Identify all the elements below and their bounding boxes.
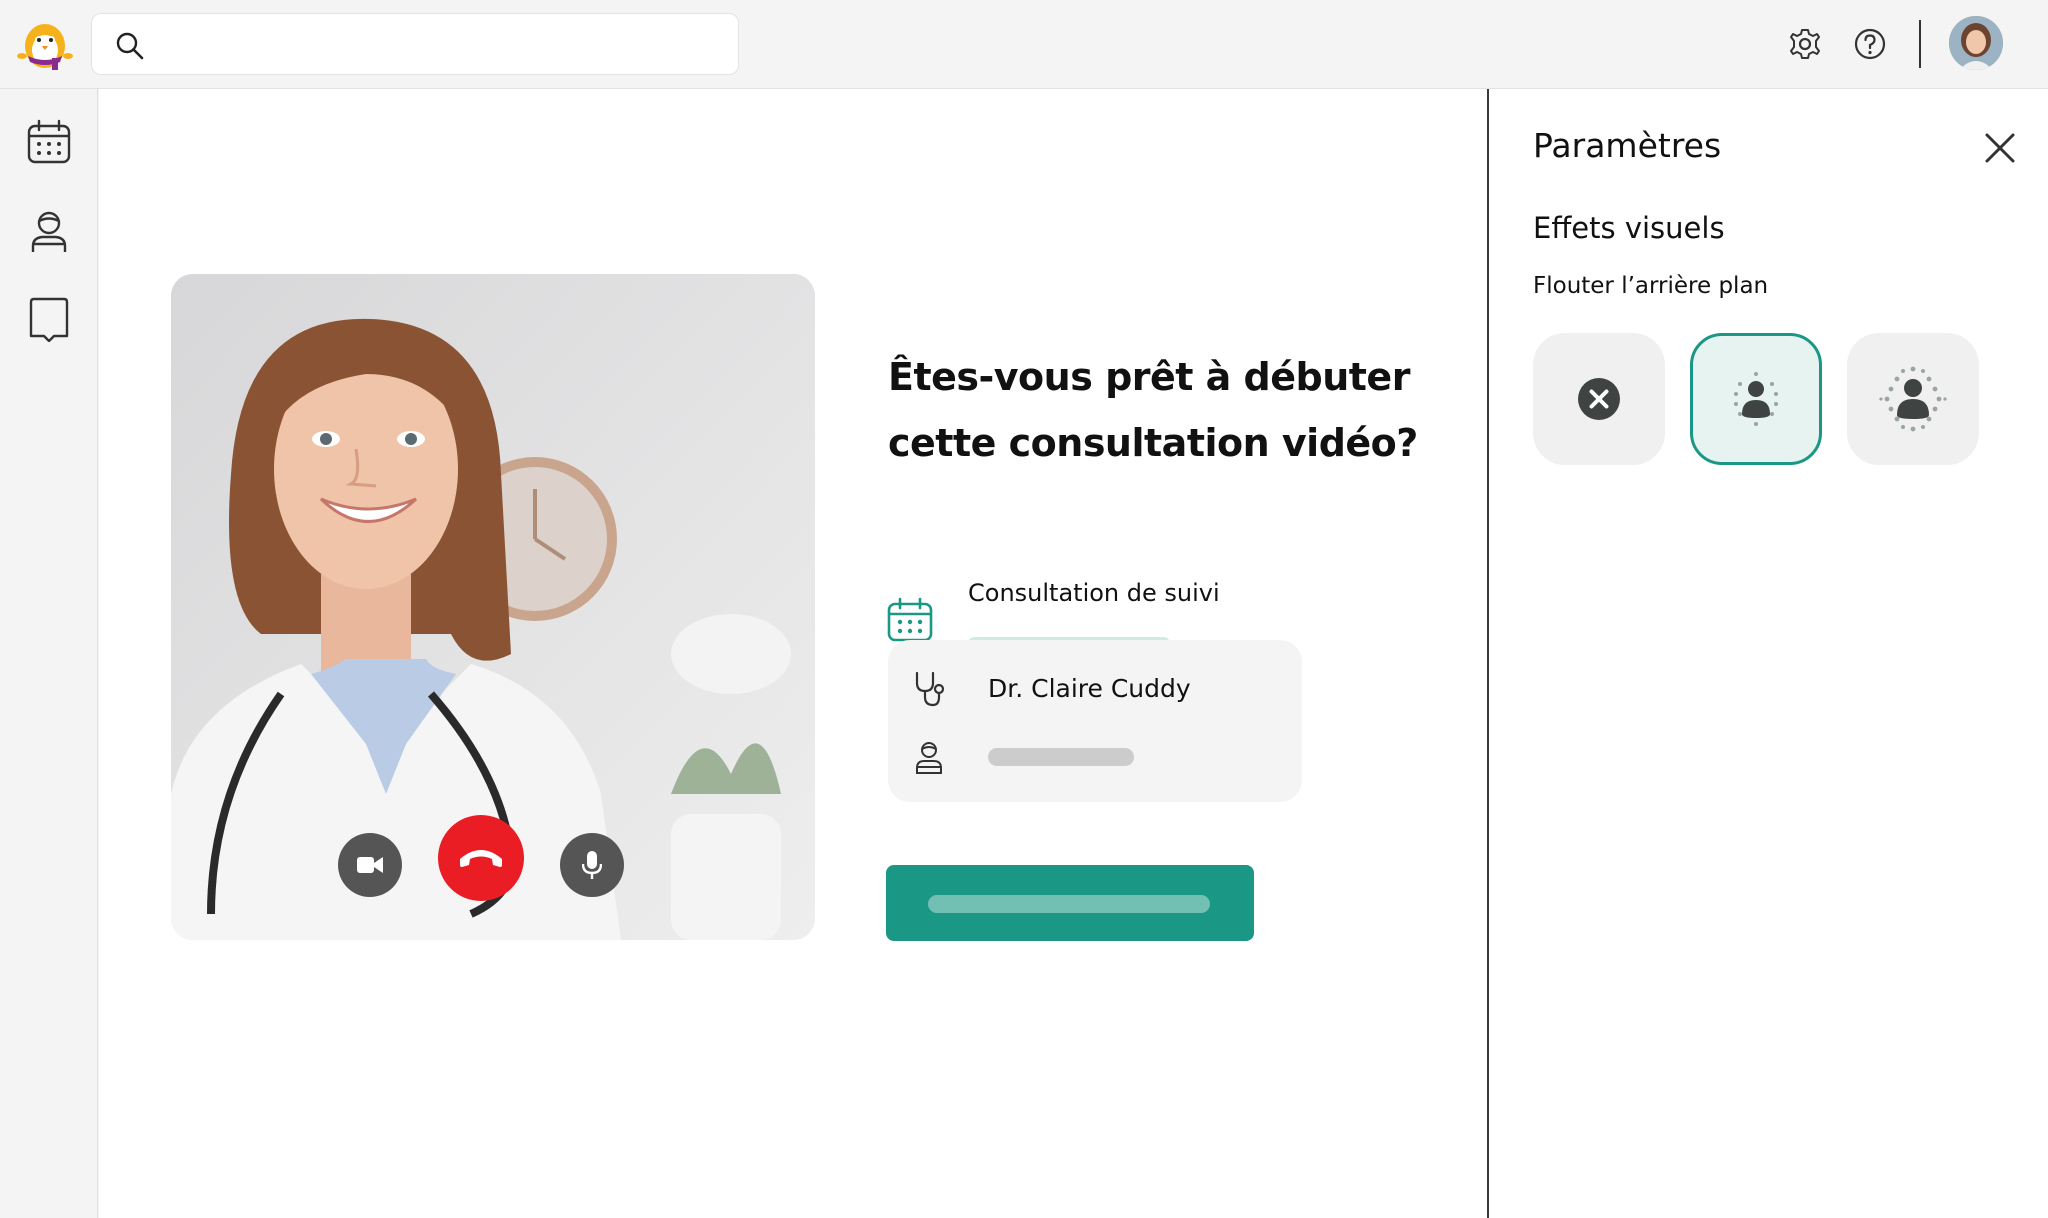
headline-line-2: cette consultation vidéo? [888,421,1418,465]
settings-icon[interactable] [1787,26,1823,62]
settings-panel: Paramètres Effets visuels Flouter l’arri… [1487,89,2048,1218]
phone-hang-up-icon [460,850,502,867]
section-subtitle: Flouter l’arrière plan [1533,273,1769,299]
video-camera-icon [357,857,383,873]
button-label-placeholder [928,895,1210,913]
light-blur-icon [1734,372,1778,426]
appointment-type: Consultation de suivi [968,579,1220,607]
doctor-card: Dr. Claire Cuddy [888,640,1302,802]
main-content: Êtes-vous prêt à débuter cette consultat… [99,89,1487,1218]
microphone-icon [582,851,602,879]
left-sidebar [0,89,98,1218]
no-effect-icon [1578,378,1620,420]
page-title: Êtes-vous prêt à débuter cette consultat… [888,344,1448,476]
user-avatar-icon [1949,16,2003,70]
stethoscope-icon [915,671,945,707]
avatar[interactable] [1949,16,2003,70]
patient-name-placeholder [988,748,1134,766]
calendar-icon[interactable] [26,119,72,165]
doctor-name: Dr. Claire Cuddy [988,674,1191,703]
headline-line-1: Êtes-vous prêt à débuter [888,355,1410,399]
patient-icon [916,742,942,774]
panel-title: Paramètres [1533,126,1722,165]
search-icon [116,32,144,60]
search-bar[interactable] [91,13,739,75]
effect-strong-blur-button[interactable] [1847,333,1979,465]
strong-blur-icon [1879,366,1947,432]
penguin-logo-icon[interactable] [16,16,74,74]
video-preview [171,274,815,940]
section-title: Effets visuels [1533,211,1725,245]
search-input[interactable] [158,24,718,64]
help-icon[interactable] [1852,26,1888,62]
camera-button[interactable] [338,833,402,897]
microphone-button[interactable] [560,833,624,897]
effect-none-button[interactable] [1533,333,1665,465]
start-consultation-button[interactable] [886,865,1254,941]
calendar-icon [887,597,933,642]
effect-light-blur-button[interactable] [1690,333,1822,465]
top-bar [0,0,2048,89]
close-icon[interactable] [1981,129,2019,167]
hang-up-button[interactable] [438,815,524,901]
book-icon[interactable] [26,296,72,342]
topbar-divider [1919,20,1921,68]
patient-icon[interactable] [26,208,72,254]
